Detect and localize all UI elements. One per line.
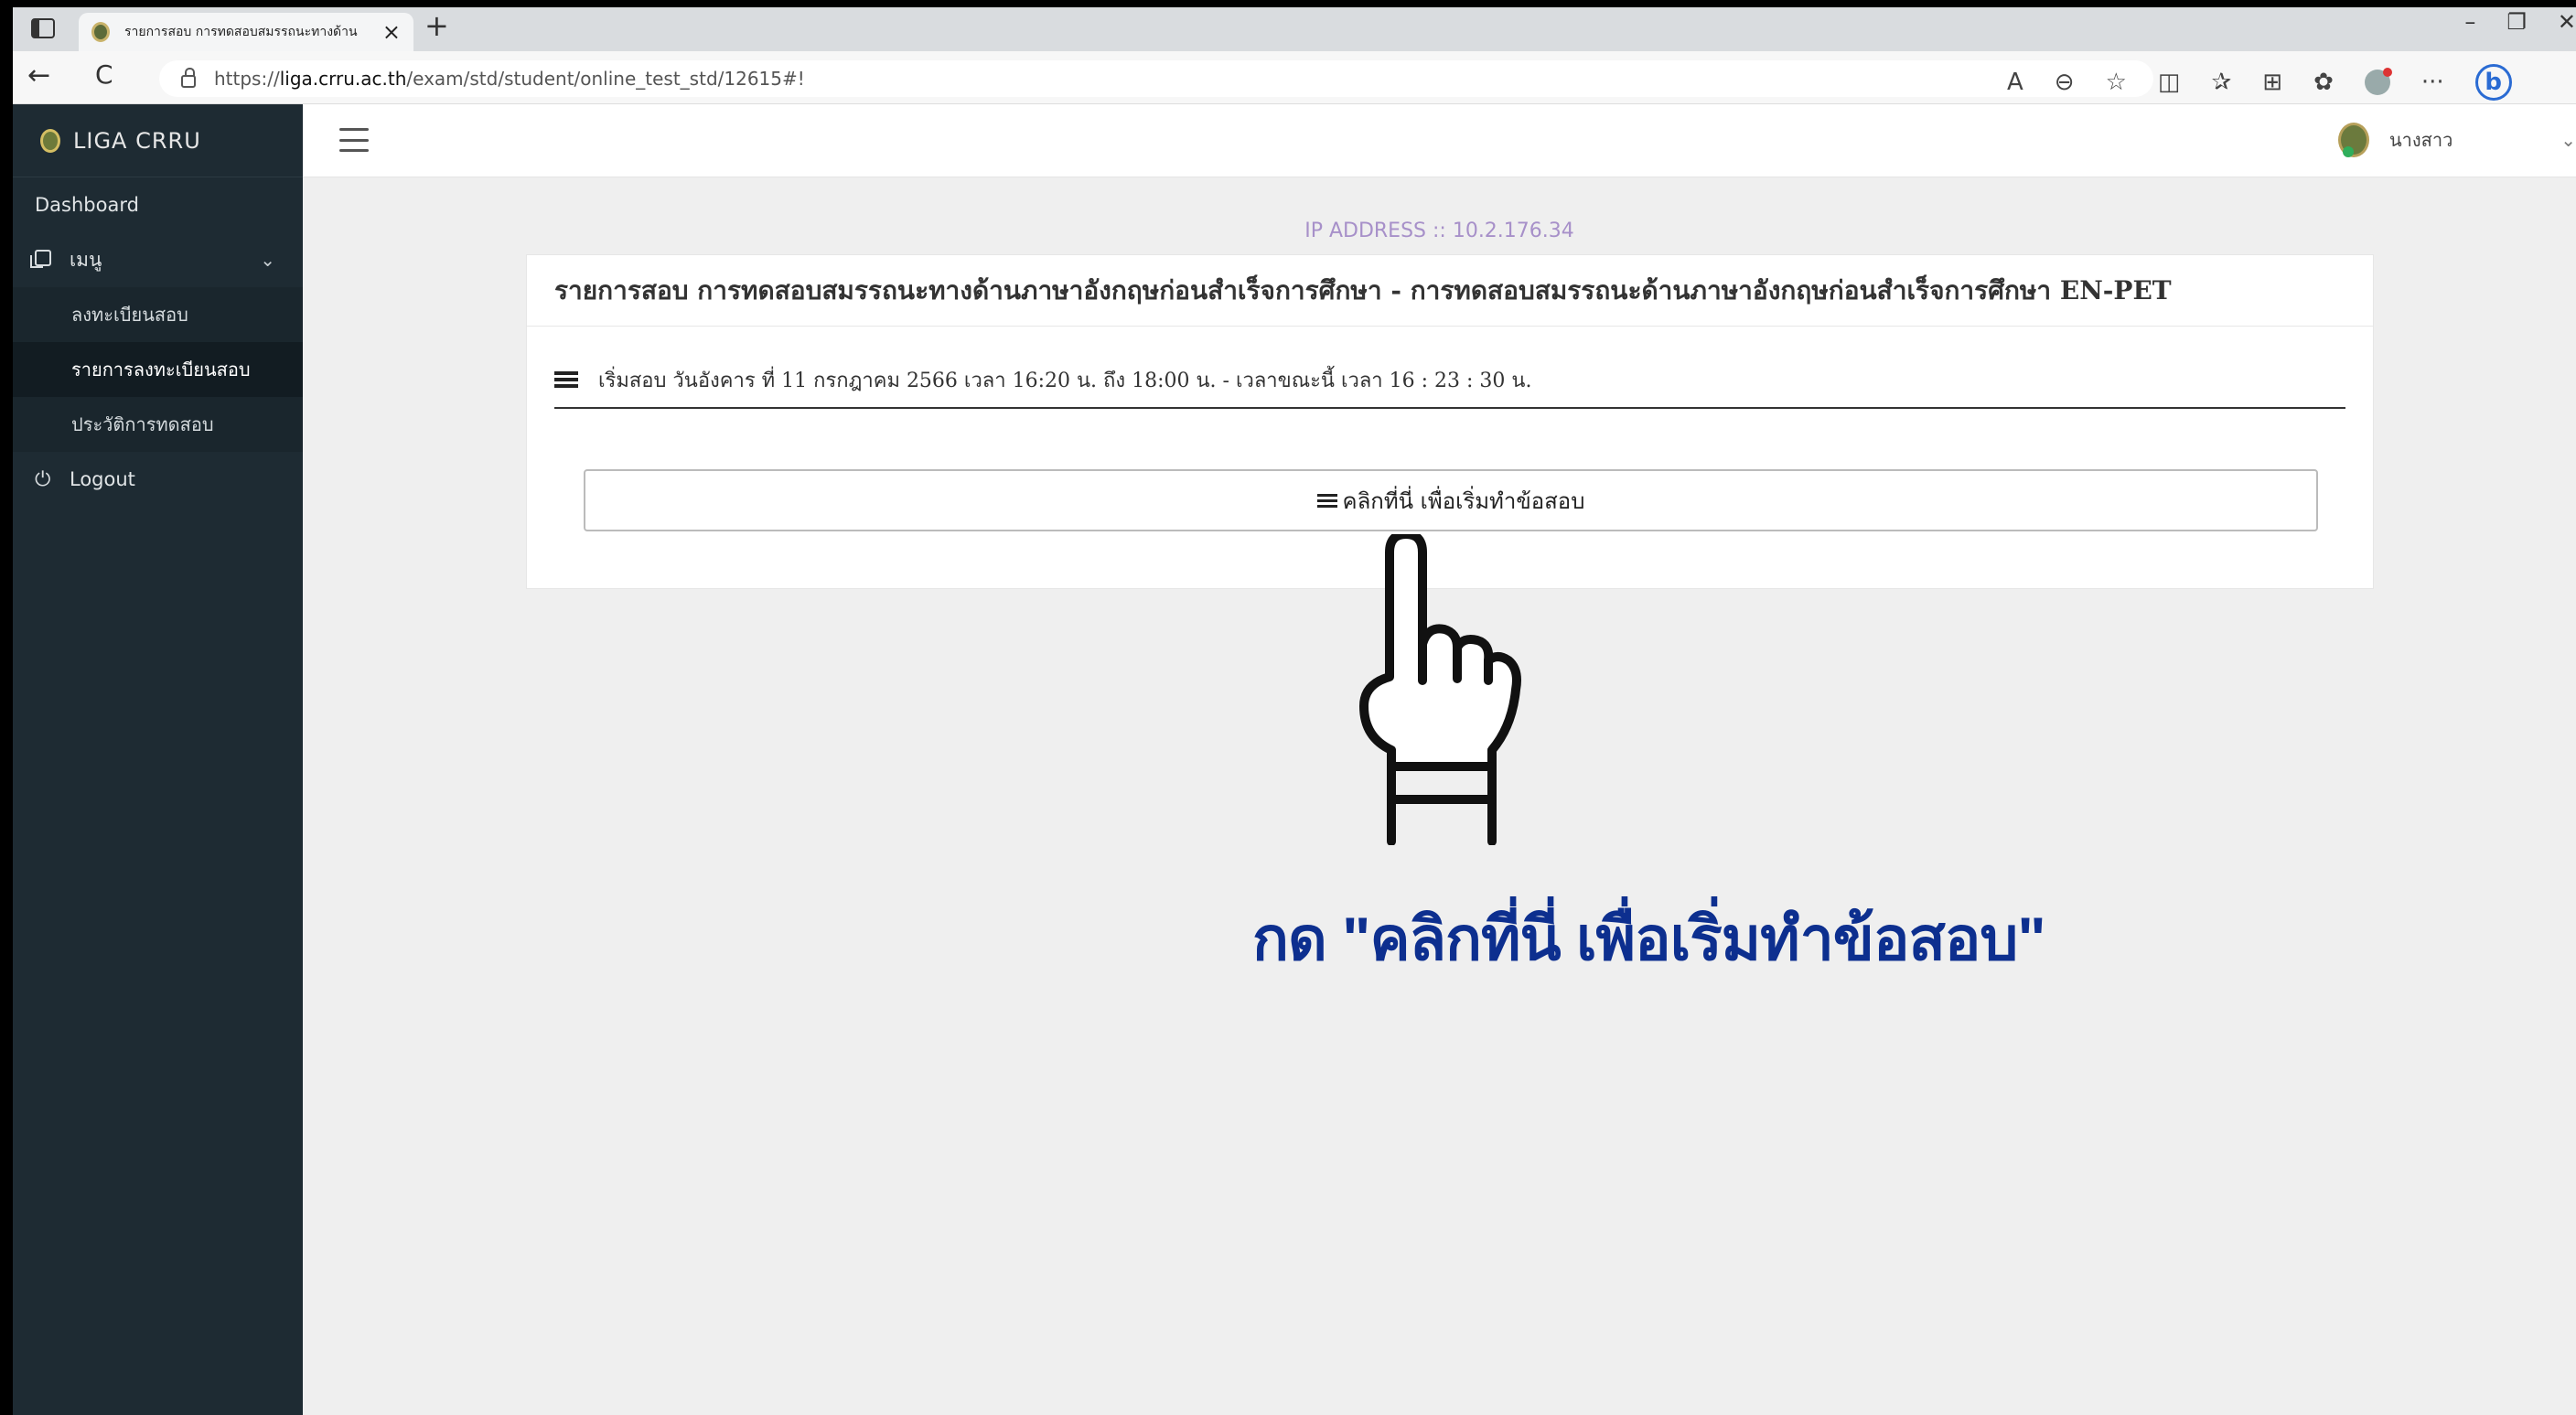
url-input[interactable]: https://liga.crru.ac.th/exam/std/student… bbox=[159, 60, 2153, 97]
brand-name: LIGA CRRU bbox=[73, 127, 201, 154]
url-text: https://liga.crru.ac.th/exam/std/student… bbox=[214, 68, 805, 90]
favorite-star-icon[interactable]: ☆ bbox=[2106, 70, 2127, 94]
tab-close-icon[interactable]: × bbox=[382, 21, 401, 43]
lock-icon[interactable] bbox=[181, 68, 196, 88]
restore-button[interactable]: ❐ bbox=[2506, 11, 2527, 33]
close-window-button[interactable]: ✕ bbox=[2558, 11, 2576, 33]
main-content: IP ADDRESS :: 10.2.176.34 รายการสอบ การท… bbox=[303, 177, 2576, 1415]
window-controls: – ❐ ✕ bbox=[2464, 11, 2576, 33]
top-navbar: นางสาว ⌄ bbox=[303, 104, 2576, 177]
sidebar: LIGA CRRU Dashboard เมนู ⌄ ลงทะเบียนสอบ … bbox=[13, 104, 303, 1415]
sidebar-item-label: Logout bbox=[70, 468, 135, 490]
browser-toolbar: A ⊖ ☆ ◫ ✰ ⊞ ✿ ··· b bbox=[2007, 64, 2512, 101]
split-screen-icon[interactable]: ◫ bbox=[2158, 70, 2181, 94]
bing-copilot-icon[interactable]: b bbox=[2474, 64, 2512, 101]
sidebar-item-dashboard[interactable]: Dashboard bbox=[13, 177, 303, 232]
list-icon bbox=[1316, 493, 1337, 508]
exam-time-row: เริ่มสอบ วันอังคาร ที่ 11 กรกฎาคม 2566 เ… bbox=[554, 352, 2345, 409]
tab-title: รายการสอบ การทดสอบสมรรถนะทางด้าน bbox=[124, 25, 358, 39]
user-menu[interactable]: นางสาว ⌄ bbox=[2338, 123, 2576, 157]
profile-avatar-icon[interactable] bbox=[2364, 68, 2392, 95]
browser-tab[interactable]: รายการสอบ การทดสอบสมรรถนะทางด้าน × bbox=[79, 13, 413, 51]
hamburger-menu-icon[interactable] bbox=[339, 128, 369, 152]
card-title: รายการสอบ การทดสอบสมรรถนะทางด้านภาษาอังก… bbox=[527, 255, 2373, 327]
menu-copy-icon bbox=[30, 249, 53, 271]
browser-window: รายการสอบ การทดสอบสมรรถนะทางด้าน × + – ❐… bbox=[13, 7, 2576, 1415]
user-name: นางสาว bbox=[2389, 129, 2453, 151]
hand-pointer-icon bbox=[1359, 534, 1521, 845]
brand-logo-icon bbox=[40, 128, 60, 153]
tab-actions-icon[interactable] bbox=[31, 18, 55, 38]
back-button[interactable]: ← bbox=[27, 62, 50, 90]
more-menu-icon[interactable]: ··· bbox=[2421, 70, 2444, 94]
site-favicon-icon bbox=[91, 22, 110, 42]
sidebar-item-label: เมนู bbox=[70, 248, 102, 271]
sidebar-item-menu[interactable]: เมนู ⌄ bbox=[13, 232, 303, 287]
sidebar-item-registered-exams[interactable]: รายการลงทะเบียนสอบ bbox=[13, 342, 303, 397]
instruction-caption: กด "คลิกที่นี่ เพื่อเริ่มทำข้อสอบ" bbox=[1252, 905, 2046, 972]
favorites-list-icon[interactable]: ✰ bbox=[2211, 70, 2231, 94]
collections-icon[interactable]: ⊞ bbox=[2262, 70, 2282, 94]
sidebar-item-register-exam[interactable]: ลงทะเบียนสอบ bbox=[13, 287, 303, 342]
zoom-icon[interactable]: ⊖ bbox=[2055, 70, 2075, 94]
power-icon: ⏻ bbox=[35, 467, 51, 491]
sidebar-item-exam-history[interactable]: ประวัติการทดสอบ bbox=[13, 397, 303, 452]
read-aloud-icon[interactable]: A bbox=[2007, 70, 2023, 94]
card-body: เริ่มสอบ วันอังคาร ที่ 11 กรกฎาคม 2566 เ… bbox=[527, 352, 2373, 531]
reload-button[interactable]: C bbox=[95, 62, 113, 88]
minimize-button[interactable]: – bbox=[2464, 11, 2475, 33]
brand[interactable]: LIGA CRRU bbox=[13, 104, 303, 177]
sidebar-item-logout[interactable]: ⏻ Logout bbox=[13, 452, 303, 507]
start-exam-label: คลิกที่นี่ เพื่อเริ่มทำข้อสอบ bbox=[1342, 488, 1585, 514]
user-avatar bbox=[2338, 123, 2369, 157]
extensions-icon[interactable]: ✿ bbox=[2313, 70, 2334, 94]
tab-bar: รายการสอบ การทดสอบสมรรถนะทางด้าน × + – ❐… bbox=[13, 7, 2576, 51]
list-icon bbox=[554, 371, 578, 388]
ip-address: IP ADDRESS :: 10.2.176.34 bbox=[1304, 220, 1574, 242]
exam-time-text: เริ่มสอบ วันอังคาร ที่ 11 กรกฎาคม 2566 เ… bbox=[598, 369, 1532, 392]
chevron-down-icon: ⌄ bbox=[260, 249, 275, 271]
start-exam-button[interactable]: คลิกที่นี่ เพื่อเริ่มทำข้อสอบ bbox=[584, 469, 2318, 531]
chevron-down-icon: ⌄ bbox=[2560, 129, 2576, 151]
web-page: LIGA CRRU Dashboard เมนู ⌄ ลงทะเบียนสอบ … bbox=[13, 104, 2576, 1415]
sidebar-item-label: Dashboard bbox=[35, 194, 139, 216]
address-bar-row: ← C https://liga.crru.ac.th/exam/std/stu… bbox=[13, 51, 2576, 104]
new-tab-button[interactable]: + bbox=[424, 11, 449, 40]
